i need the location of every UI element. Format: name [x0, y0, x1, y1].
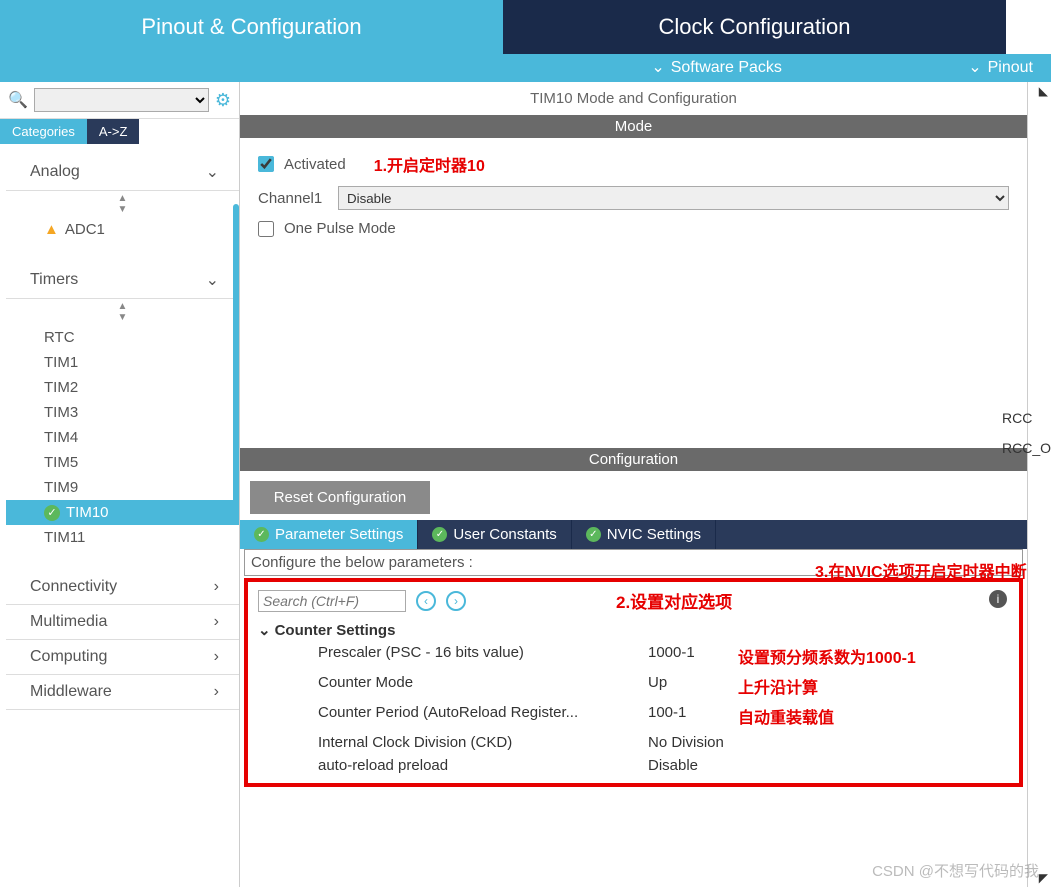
activated-label: Activated: [284, 156, 346, 173]
collapse-up-icon[interactable]: ◣: [1039, 84, 1048, 98]
scrollbar-thumb[interactable]: [233, 204, 239, 504]
config-tabs: ✓Parameter Settings ✓User Constants ✓NVI…: [240, 520, 1027, 549]
sort-icon[interactable]: ▲▼: [6, 299, 239, 325]
warning-icon: ▲: [44, 221, 59, 238]
mode-header: Mode: [240, 115, 1027, 138]
check-icon: ✓: [432, 527, 447, 542]
param-ckd[interactable]: Internal Clock Division (CKD)No Division: [258, 731, 1009, 754]
software-packs-menu[interactable]: ⌄Software Packs: [633, 54, 800, 80]
counter-settings-group[interactable]: ⌄Counter Settings: [258, 619, 1009, 641]
right-strip: ◣ ◤: [1027, 82, 1051, 887]
sidebar-tab-categories[interactable]: Categories: [0, 119, 87, 144]
tree-item-tim10[interactable]: ✓TIM10: [6, 500, 239, 525]
search-icon: 🔍: [8, 90, 28, 110]
pinout-menu[interactable]: ⌄Pinout: [950, 54, 1051, 80]
tree-item-tim9[interactable]: TIM9: [6, 475, 239, 500]
sidebar: 🔍 ⚙ Categories A->Z Analog⌄ ▲▼ ▲ADC1 Tim…: [0, 82, 240, 887]
tab-clock-config[interactable]: Clock Configuration: [503, 0, 1006, 54]
tree-item-tim1[interactable]: TIM1: [6, 350, 239, 375]
chevron-down-icon: ⌄: [651, 59, 664, 76]
tree-item-tim4[interactable]: TIM4: [6, 425, 239, 450]
tab-user-constants[interactable]: ✓User Constants: [418, 520, 571, 549]
chevron-right-icon: ›: [214, 578, 219, 596]
chevron-down-icon: ⌄: [206, 270, 219, 290]
watermark: CSDN @不想写代码的我: [872, 860, 1039, 881]
param-auto-reload-preload[interactable]: auto-reload preloadDisable: [258, 754, 1009, 777]
chevron-right-icon: ›: [214, 648, 219, 666]
chevron-right-icon: ›: [214, 613, 219, 631]
group-analog[interactable]: Analog⌄: [6, 154, 239, 191]
one-pulse-mode-label: One Pulse Mode: [284, 220, 396, 237]
one-pulse-mode-checkbox[interactable]: [258, 221, 274, 237]
next-icon[interactable]: ›: [446, 591, 466, 611]
annotation-1: 1.开启定时器10: [374, 152, 485, 176]
chevron-down-icon: ⌄: [968, 59, 981, 76]
tree-item-tim3[interactable]: TIM3: [6, 400, 239, 425]
param-counter-period[interactable]: Counter Period (AutoReload Register...10…: [258, 701, 1009, 731]
check-icon: ✓: [44, 505, 60, 521]
group-computing[interactable]: Computing›: [6, 640, 239, 675]
tab-pinout-config[interactable]: Pinout & Configuration: [0, 0, 503, 54]
tree-item-adc1[interactable]: ▲ADC1: [6, 217, 239, 242]
chevron-right-icon: ›: [214, 683, 219, 701]
sort-icon[interactable]: ▲▼: [6, 191, 239, 217]
channel1-select[interactable]: Disable: [338, 186, 1009, 210]
chevron-down-icon: ⌄: [258, 621, 271, 639]
parameters-box: ‹ › 2.设置对应选项 i ⌄Counter Settings Prescal…: [244, 578, 1023, 787]
tree-item-tim2[interactable]: TIM2: [6, 375, 239, 400]
peripheral-search-select[interactable]: [34, 88, 209, 112]
group-timers[interactable]: Timers⌄: [6, 262, 239, 299]
activated-checkbox[interactable]: [258, 156, 274, 172]
tab-parameter-settings[interactable]: ✓Parameter Settings: [240, 520, 418, 549]
peripheral-tree: Analog⌄ ▲▼ ▲ADC1 Timers⌄ ▲▼ RTC TIM1 TIM…: [0, 144, 239, 887]
topnav-extra: [1006, 0, 1051, 54]
content-area: TIM10 Mode and Configuration Mode Activa…: [240, 82, 1027, 887]
config-header: Configuration: [240, 448, 1027, 471]
tree-item-tim11[interactable]: TIM11: [6, 525, 239, 550]
tab-nvic-settings[interactable]: ✓NVIC Settings: [572, 520, 716, 549]
chevron-down-icon: ⌄: [206, 162, 219, 182]
param-counter-mode[interactable]: Counter ModeUp上升沿计算: [258, 671, 1009, 701]
gear-icon[interactable]: ⚙: [215, 90, 231, 111]
prev-icon[interactable]: ‹: [416, 591, 436, 611]
annotation-2: 2.设置对应选项: [616, 588, 732, 613]
tree-item-tim5[interactable]: TIM5: [6, 450, 239, 475]
overflow-rcc-o: RCC_O: [1002, 440, 1051, 456]
sidebar-tab-az[interactable]: A->Z: [87, 119, 140, 144]
check-icon: ✓: [586, 527, 601, 542]
content-title: TIM10 Mode and Configuration: [240, 82, 1027, 115]
group-middleware[interactable]: Middleware›: [6, 675, 239, 710]
sub-nav: ⌄Software Packs ⌄Pinout: [0, 54, 1051, 82]
mode-panel: Activated 1.开启定时器10 Channel1 Disable One…: [240, 138, 1027, 448]
top-nav: Pinout & Configuration Clock Configurati…: [0, 0, 1051, 54]
collapse-down-icon[interactable]: ◤: [1039, 871, 1048, 885]
reset-configuration-button[interactable]: Reset Configuration: [250, 481, 430, 514]
info-icon[interactable]: i: [989, 590, 1007, 608]
group-connectivity[interactable]: Connectivity›: [6, 570, 239, 605]
params-search-input[interactable]: [258, 590, 406, 612]
check-icon: ✓: [254, 527, 269, 542]
param-prescaler[interactable]: Prescaler (PSC - 16 bits value)1000-1设置预…: [258, 641, 1009, 671]
channel1-label: Channel1: [258, 190, 328, 207]
overflow-rcc: RCC: [1002, 410, 1051, 426]
group-multimedia[interactable]: Multimedia›: [6, 605, 239, 640]
tree-item-rtc[interactable]: RTC: [6, 325, 239, 350]
